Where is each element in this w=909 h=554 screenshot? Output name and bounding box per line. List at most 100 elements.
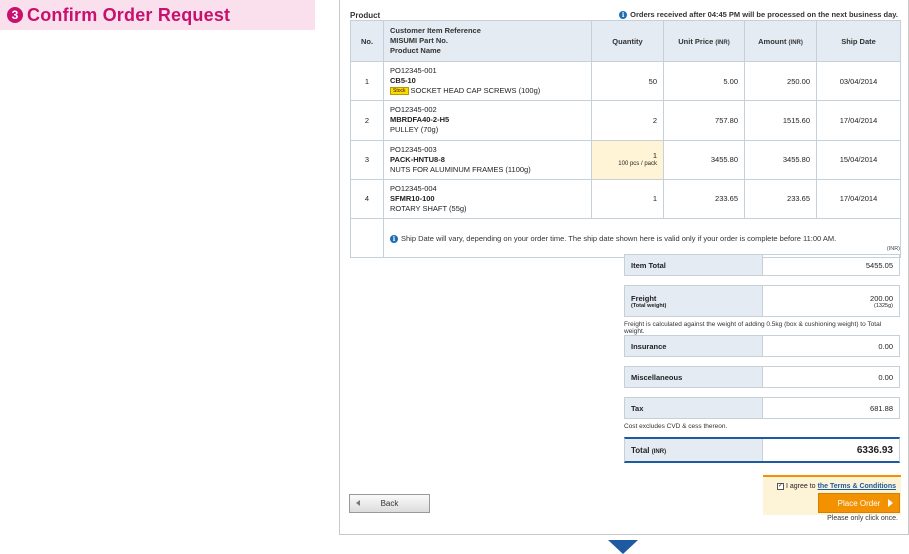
header-customer-ref: Customer Item Reference bbox=[390, 26, 481, 35]
part-number: PACK-HNTU8-8 bbox=[390, 154, 445, 164]
header-amount-label: Amount bbox=[758, 36, 787, 46]
freight-value-cell: 200.00 (1325g) bbox=[763, 286, 899, 316]
back-label: Back bbox=[380, 499, 399, 508]
ship-date-cell: 15/04/2014 bbox=[816, 139, 901, 180]
info-icon: i bbox=[619, 10, 628, 19]
part-number: SFMR10-100 bbox=[390, 193, 435, 203]
header-unit-price-currency: (INR) bbox=[715, 39, 730, 46]
terms-agreement-line: ✓ I agree to the Terms & Conditions bbox=[776, 483, 896, 490]
amount-cell: 3455.80 bbox=[744, 139, 817, 180]
tax-note: Cost excludes CVD & cess thereon. bbox=[624, 423, 728, 430]
freight-label-cell: Freight (Total weight) bbox=[625, 286, 763, 316]
terms-checkbox[interactable]: ✓ bbox=[776, 483, 784, 490]
back-button[interactable]: Back bbox=[349, 494, 430, 513]
column-header-amount: Amount (INR) bbox=[744, 20, 817, 62]
header-amount-currency: (INR) bbox=[788, 39, 803, 46]
column-header-unit-price: Unit Price (INR) bbox=[663, 20, 745, 62]
pack-note: 100 pcs / pack bbox=[618, 160, 657, 167]
table-row: 2 PO12345-002 MBRDFA40-2-H5 PULLEY (70g)… bbox=[350, 100, 901, 141]
ship-note-spacer bbox=[350, 217, 384, 259]
amount-cell: 250.00 bbox=[744, 60, 817, 102]
row-item-info: PO12345-001 CB5-10 Stock SOCKET HEAD CAP … bbox=[383, 60, 592, 102]
click-once-note: Please only click once. bbox=[827, 515, 898, 522]
header-unit-price-label: Unit Price bbox=[678, 36, 714, 46]
row-item-info: PO12345-002 MBRDFA40-2-H5 PULLEY (70g) bbox=[383, 100, 592, 141]
ship-date-note-text: Ship Date will vary, depending on your o… bbox=[401, 233, 837, 243]
freight-sub-label: (Total weight) bbox=[631, 302, 667, 309]
customer-ref: PO12345-003 bbox=[390, 144, 437, 154]
insurance-row: Insurance 0.00 bbox=[624, 335, 900, 357]
place-order-label: Place Order bbox=[837, 498, 881, 508]
column-header-ship-date: Ship Date bbox=[816, 20, 901, 62]
step-number-badge: 3 bbox=[7, 7, 23, 23]
unit-price-cell: 233.65 bbox=[663, 178, 745, 220]
grand-total-label-cell: Total (INR) bbox=[625, 439, 763, 461]
page-title: Confirm Order Request bbox=[27, 4, 231, 25]
down-arrow-icon bbox=[608, 540, 638, 554]
quantity-cell: 2 bbox=[591, 100, 664, 141]
product-section-label: Product bbox=[350, 11, 381, 20]
row-number: 2 bbox=[350, 100, 384, 141]
header-part-no: MISUMI Part No. bbox=[390, 36, 448, 45]
order-panel: Product i Orders received after 04:45 PM… bbox=[339, 0, 909, 535]
freight-row: Freight (Total weight) 200.00 (1325g) bbox=[624, 285, 900, 317]
freight-label: Freight bbox=[631, 293, 657, 303]
table-row: 1 PO12345-001 CB5-10 Stock SOCKET HEAD CA… bbox=[350, 60, 901, 102]
customer-ref: PO12345-001 bbox=[390, 66, 437, 76]
customer-ref: PO12345-004 bbox=[390, 183, 437, 193]
row-number: 3 bbox=[350, 139, 384, 180]
column-header-no: No. bbox=[350, 20, 384, 62]
tax-row: Tax 681.88 bbox=[624, 397, 900, 419]
currency-note: (INR) bbox=[886, 246, 900, 252]
item-total-label: Item Total bbox=[625, 255, 763, 275]
product-name: NUTS FOR ALUMINUM FRAMES (1100g) bbox=[390, 164, 531, 174]
table-header-row: No. Customer Item Reference MISUMI Part … bbox=[350, 20, 901, 62]
quantity-value: 1 bbox=[652, 150, 657, 160]
product-name: SOCKET HEAD CAP SCREWS (100g) bbox=[410, 86, 541, 96]
column-header-quantity: Quantity bbox=[591, 20, 664, 62]
miscellaneous-value: 0.00 bbox=[878, 372, 893, 382]
info-icon: i bbox=[390, 234, 398, 243]
processing-notice: i Orders received after 04:45 PM will be… bbox=[619, 10, 898, 19]
customer-ref: PO12345-002 bbox=[390, 105, 437, 115]
product-name: PULLEY (70g) bbox=[390, 125, 439, 135]
tax-label: Tax bbox=[625, 398, 763, 418]
ship-note-row: i Ship Date will vary, depending on your … bbox=[350, 217, 901, 259]
unit-price-cell: 3455.80 bbox=[663, 139, 745, 180]
product-name: ROTARY SHAFT (55g) bbox=[390, 203, 467, 213]
quantity-cell: 50 bbox=[591, 60, 664, 102]
table-row: 3 PO12345-003 PACK-HNTU8-8 NUTS FOR ALUM… bbox=[350, 139, 901, 180]
table-row: 4 PO12345-004 SFMR10-100 ROTARY SHAFT (5… bbox=[350, 178, 901, 220]
quantity-cell: 1 bbox=[591, 178, 664, 220]
terms-link[interactable]: the Terms & Conditions bbox=[818, 483, 896, 490]
order-items-table: No. Customer Item Reference MISUMI Part … bbox=[350, 20, 901, 259]
grand-total-currency: (INR) bbox=[651, 448, 667, 455]
arrow-right-icon bbox=[888, 499, 893, 507]
processing-notice-text: Orders received after 04:45 PM will be p… bbox=[630, 10, 898, 19]
ship-date-cell: 17/04/2014 bbox=[816, 100, 901, 141]
miscellaneous-label: Miscellaneous bbox=[625, 367, 763, 387]
freight-value: 200.00 bbox=[870, 293, 893, 303]
miscellaneous-row: Miscellaneous 0.00 bbox=[624, 366, 900, 388]
grand-total-label: Total bbox=[631, 445, 650, 455]
quantity-cell-highlighted: 1 100 pcs / pack bbox=[591, 139, 664, 180]
amount-cell: 233.65 bbox=[744, 178, 817, 220]
amount-cell: 1515.60 bbox=[744, 100, 817, 141]
grand-total-row: Total (INR) 6336.93 bbox=[624, 437, 900, 463]
arrow-left-icon bbox=[356, 500, 360, 506]
unit-price-cell: 5.00 bbox=[663, 60, 745, 102]
part-number: MBRDFA40-2-H5 bbox=[390, 115, 450, 125]
column-header-reference: Customer Item Reference MISUMI Part No. … bbox=[383, 20, 592, 62]
row-number: 4 bbox=[350, 178, 384, 220]
freight-weight: (1325g) bbox=[874, 302, 893, 309]
ship-date-note: i Ship Date will vary, depending on your … bbox=[383, 217, 901, 259]
row-item-info: PO12345-004 SFMR10-100 ROTARY SHAFT (55g… bbox=[383, 178, 592, 220]
agree-text: I agree to bbox=[785, 483, 816, 490]
insurance-value: 0.00 bbox=[878, 341, 893, 351]
item-total-value: 5455.05 bbox=[865, 260, 893, 270]
place-order-button[interactable]: Place Order bbox=[818, 493, 900, 513]
item-total-row: Item Total 5455.05 bbox=[624, 254, 900, 276]
row-item-info: PO12345-003 PACK-HNTU8-8 NUTS FOR ALUMIN… bbox=[383, 139, 592, 180]
part-number: CB5-10 bbox=[390, 76, 416, 86]
freight-note: Freight is calculated against the weight… bbox=[624, 321, 882, 335]
